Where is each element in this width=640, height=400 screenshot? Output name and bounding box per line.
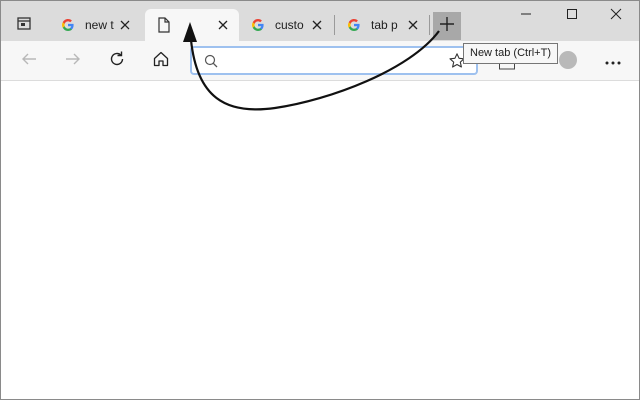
address-bar[interactable]: [190, 46, 478, 75]
close-window-icon: [610, 7, 622, 25]
close-icon[interactable]: [117, 17, 133, 33]
refresh-button[interactable]: [105, 49, 129, 73]
address-input[interactable]: [226, 51, 446, 70]
tab-page[interactable]: tab p: [335, 9, 429, 41]
more-button[interactable]: [601, 49, 625, 73]
back-button[interactable]: [17, 49, 41, 73]
forward-icon: [64, 50, 82, 73]
minimize-button[interactable]: [503, 1, 549, 31]
minimize-icon: [520, 7, 532, 25]
home-icon: [152, 50, 170, 73]
close-icon[interactable]: [309, 17, 325, 33]
page-content: [1, 81, 639, 399]
more-icon: [605, 52, 621, 70]
search-icon: [204, 54, 218, 68]
google-g-icon: [346, 17, 362, 33]
close-icon[interactable]: [405, 17, 421, 33]
forward-button[interactable]: [61, 49, 85, 73]
tab-separator: [429, 15, 430, 35]
home-button[interactable]: [149, 49, 173, 73]
tab-new[interactable]: new t: [49, 9, 141, 41]
back-icon: [20, 50, 38, 73]
maximize-button[interactable]: [549, 1, 595, 31]
tab-actions-icon[interactable]: [15, 14, 33, 32]
refresh-icon: [108, 50, 126, 73]
google-g-icon: [60, 17, 76, 33]
tab-strip: new t custo tab p: [1, 1, 639, 41]
tab-active-new-tab[interactable]: [145, 9, 239, 41]
google-g-icon: [250, 17, 266, 33]
new-tab-button[interactable]: [433, 12, 461, 40]
plus-icon: [439, 16, 455, 37]
tab-custom[interactable]: custo: [239, 9, 333, 41]
tab-title: new t: [85, 18, 114, 32]
new-tab-tooltip: New tab (Ctrl+T): [463, 43, 558, 64]
close-icon[interactable]: [215, 17, 231, 33]
tab-title: custo: [275, 18, 304, 32]
profile-avatar[interactable]: [559, 51, 577, 69]
blank-page-icon: [156, 17, 172, 33]
tab-title: tab p: [371, 18, 398, 32]
close-window-button[interactable]: [593, 1, 639, 31]
maximize-icon: [566, 7, 578, 25]
